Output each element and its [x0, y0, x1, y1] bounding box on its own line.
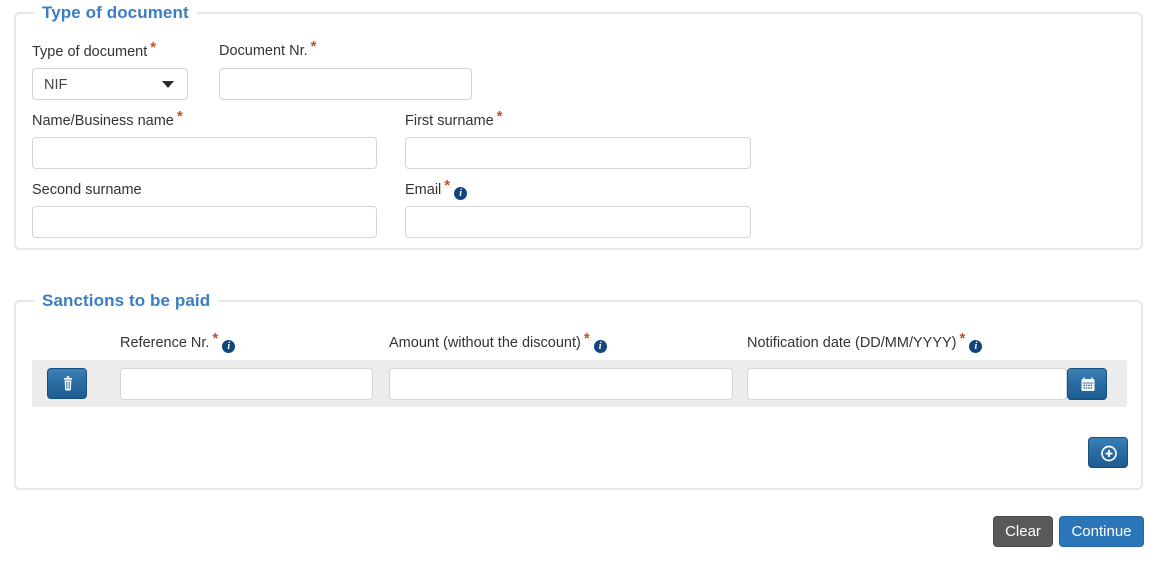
column-header-reference-nr: Reference Nr. * i	[120, 331, 236, 353]
info-icon[interactable]: i	[454, 187, 468, 200]
input-amount[interactable]	[389, 368, 733, 400]
clear-button[interactable]: Clear	[993, 516, 1053, 547]
select-type-of-document[interactable]: NIF	[32, 68, 188, 100]
input-name-business-name[interactable]	[32, 137, 377, 169]
input-first-surname[interactable]	[405, 137, 751, 169]
plus-circle-icon	[1101, 445, 1117, 462]
label-type-of-document: Type of document *	[32, 40, 156, 60]
input-second-surname[interactable]	[32, 206, 377, 238]
required-marker: *	[150, 39, 157, 57]
info-icon[interactable]: i	[969, 340, 983, 353]
section-legend-type-of-document: Type of document	[34, 3, 197, 23]
add-row-button[interactable]	[1088, 437, 1128, 468]
required-marker: *	[176, 108, 183, 126]
delete-row-button[interactable]	[47, 368, 87, 399]
required-marker: *	[496, 108, 503, 126]
label-document-number: Document Nr. *	[219, 39, 317, 59]
required-marker: *	[310, 38, 317, 56]
column-header-notification-date: Notification date (DD/MM/YYYY) * i	[747, 331, 983, 353]
section-sanctions-to-be-paid: Sanctions to be paid Reference Nr. * i Amo…	[14, 291, 1143, 490]
select-value: NIF	[44, 77, 68, 93]
required-marker: *	[212, 330, 219, 348]
label-text: Name/Business name	[32, 113, 174, 129]
calendar-picker-button[interactable]	[1067, 368, 1107, 400]
label-text: Type of document	[32, 44, 148, 60]
column-header-text: Amount (without the discount)	[389, 335, 581, 351]
label-text: Second surname	[32, 182, 142, 198]
required-marker: *	[444, 177, 451, 195]
info-icon[interactable]: i	[222, 340, 236, 353]
section-legend-sanctions: Sanctions to be paid	[34, 291, 219, 311]
input-document-number[interactable]	[219, 68, 472, 100]
section-type-of-document: Type of document Type of document * NIF D…	[14, 3, 1143, 250]
column-header-text: Reference Nr.	[120, 335, 210, 351]
label-text: Email	[405, 182, 442, 198]
label-text: First surname	[405, 113, 494, 129]
calendar-icon	[1081, 377, 1095, 391]
trash-icon	[64, 376, 72, 391]
label-first-surname: First surname *	[405, 109, 502, 129]
required-marker: *	[959, 330, 966, 348]
label-name-business-name: Name/Business name *	[32, 109, 183, 129]
column-header-text: Notification date (DD/MM/YYYY)	[747, 335, 957, 351]
input-email[interactable]	[405, 206, 751, 238]
info-icon[interactable]: i	[593, 340, 607, 353]
input-reference-nr[interactable]	[120, 368, 373, 400]
label-second-surname: Second surname	[32, 182, 142, 198]
form-page: Type of document Type of document * NIF D…	[0, 0, 1157, 563]
label-text: Document Nr.	[219, 43, 308, 59]
input-notification-date[interactable]	[747, 368, 1067, 400]
chevron-down-icon	[162, 81, 174, 88]
continue-button[interactable]: Continue	[1059, 516, 1144, 547]
column-header-amount: Amount (without the discount) * i	[389, 331, 607, 353]
label-email: Email * i	[405, 178, 468, 200]
required-marker: *	[583, 330, 590, 348]
